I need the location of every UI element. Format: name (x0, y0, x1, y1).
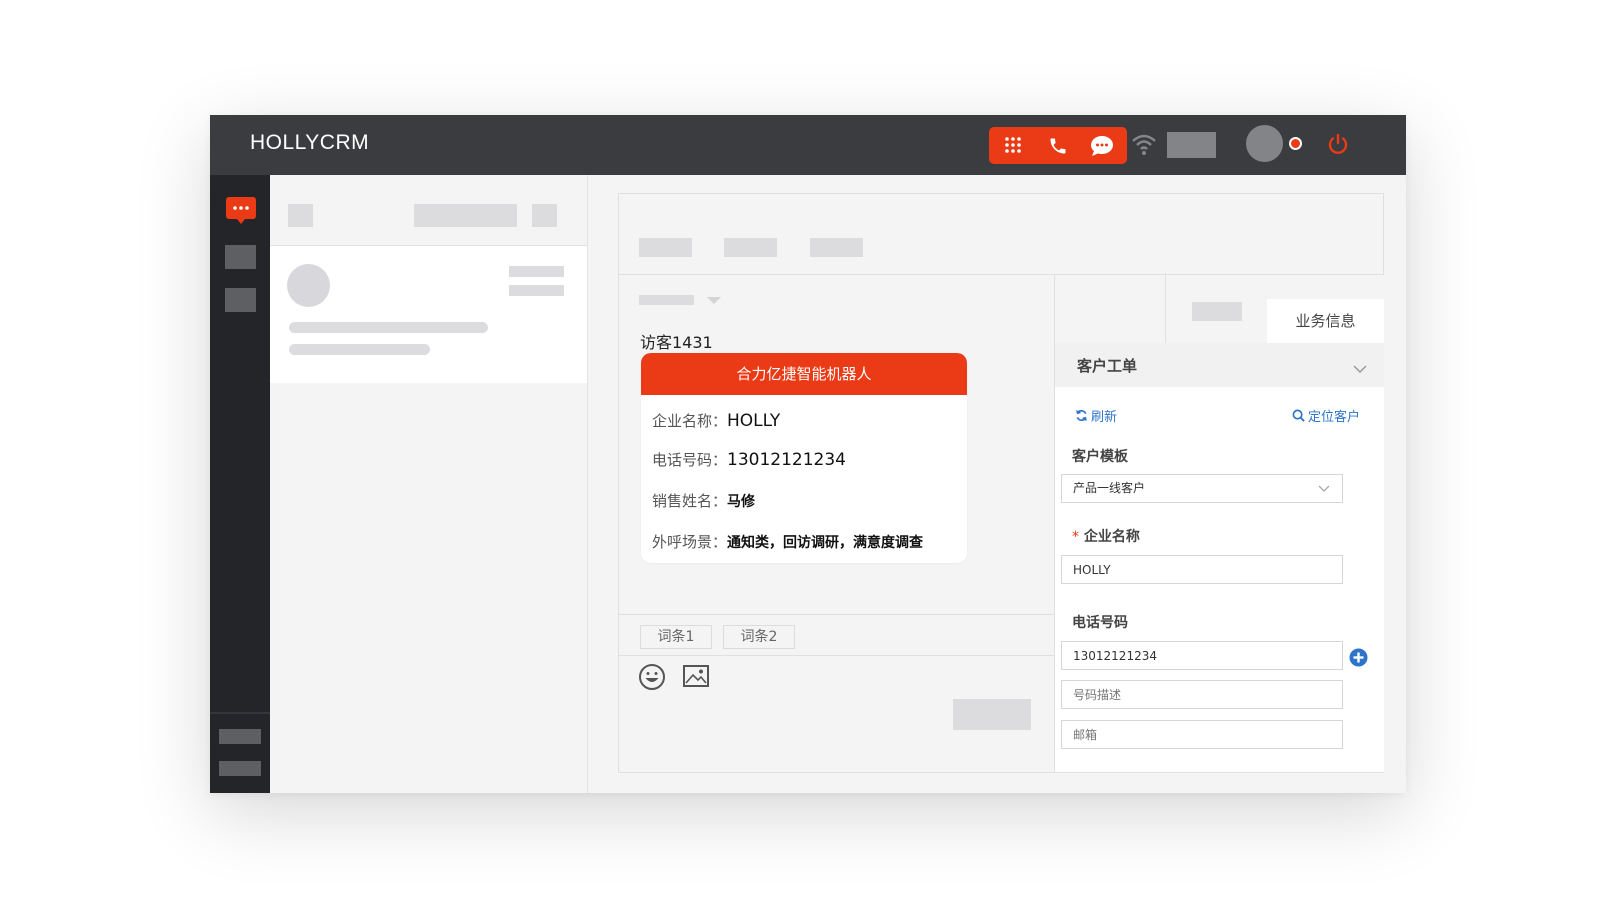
work-order-accordion-header[interactable]: 客户工单 (1055, 343, 1384, 387)
sidebar-bottom-item-2[interactable] (219, 761, 261, 776)
status-placeholder (1167, 132, 1216, 158)
chat-button[interactable] (1080, 127, 1124, 164)
card-row-label: 外呼场景： (652, 533, 728, 551)
item-text-placeholder (289, 322, 488, 333)
emoji-button[interactable] (638, 663, 666, 691)
tab-placeholder-3[interactable] (810, 238, 863, 257)
card-row-label: 销售姓名： (652, 492, 728, 510)
robot-card-header: 合力亿捷智能机器人 (641, 353, 967, 395)
card-row-label: 企业名称： (652, 412, 728, 430)
email-input[interactable] (1061, 720, 1343, 749)
dialpad-icon (1005, 136, 1021, 153)
card-row-value: 马修 (727, 494, 756, 510)
add-phone-button[interactable] (1349, 648, 1368, 667)
card-row-value: 通知类，回访调研，满意度调查 (727, 535, 924, 551)
divider (1165, 273, 1166, 343)
plus-circle-icon (1349, 648, 1368, 667)
item-meta-placeholder (509, 285, 564, 296)
card-row-sales: 销售姓名：马修 (652, 490, 755, 511)
company-label-text: 企业名称 (1083, 529, 1140, 545)
visitor-name: 访客1431 (640, 333, 713, 352)
tab-placeholder-1[interactable] (639, 238, 692, 257)
online-status-dot (1289, 137, 1302, 150)
card-row-phone: 电话号码：13012121234 (652, 449, 846, 470)
image-button[interactable] (682, 663, 710, 689)
sidebar-item-messages[interactable] (225, 196, 257, 226)
right-tabs: 业务信息 (1055, 273, 1384, 343)
divider (619, 655, 1054, 656)
filter-placeholder (639, 295, 694, 305)
tab-business-info[interactable]: 业务信息 (1267, 299, 1384, 343)
card-row-company: 企业名称：HOLLY (652, 410, 780, 431)
sidebar-divider (210, 712, 270, 714)
power-icon (1328, 133, 1348, 154)
message-icon (226, 197, 256, 224)
app-title: HOLLYCRM (250, 131, 370, 154)
locate-customer-button[interactable]: 定位客户 (1292, 406, 1360, 425)
divider (619, 614, 1054, 615)
card-row-value: 13012121234 (727, 450, 846, 470)
sidebar-bottom-item-1[interactable] (219, 729, 261, 744)
company-label: * 企业名称 (1072, 526, 1140, 546)
item-meta-placeholder (509, 266, 564, 277)
conversation-list-panel (270, 175, 588, 793)
top-bar: HOLLYCRM (210, 115, 1406, 175)
card-row-value: HOLLY (727, 411, 781, 431)
chat-area: 访客1431 合力亿捷智能机器人 企业名称：HOLLY 电话号码：1301212… (619, 275, 1054, 772)
sidebar-item-2[interactable] (225, 245, 256, 269)
phone-description-input[interactable] (1061, 680, 1343, 709)
refresh-icon (1076, 409, 1087, 422)
dialpad-button[interactable] (991, 127, 1035, 164)
item-text-placeholder (289, 344, 430, 355)
send-button[interactable] (953, 699, 1031, 730)
main-tabs (619, 194, 1383, 275)
main-area: 访客1431 合力亿捷智能机器人 企业名称：HOLLY 电话号码：1301212… (618, 193, 1384, 773)
company-name-input[interactable] (1061, 555, 1343, 584)
locate-label: 定位客户 (1308, 410, 1361, 425)
phone-icon (1050, 138, 1066, 153)
search-icon (1292, 409, 1305, 422)
template-label: 客户模板 (1072, 449, 1128, 465)
chevron-down-icon[interactable] (707, 297, 721, 304)
app-window: HOLLYCRM 访客1431 合力亿捷智能机器人 企业名称：HOLLY 电话号… (210, 115, 1406, 793)
call-controls (989, 127, 1127, 164)
required-mark: * (1072, 529, 1079, 545)
card-row-scenario: 外呼场景：通知类，回访调研，满意度调查 (652, 531, 923, 552)
business-info-panel: 业务信息 客户工单 刷新 定位客户 客户模板 产品一线客户 * 企业名称 HOL… (1054, 273, 1384, 772)
list-header-placeholder (288, 204, 313, 227)
robot-message-card: 合力亿捷智能机器人 企业名称：HOLLY 电话号码：13012121234 销售… (641, 353, 967, 563)
sidebar (210, 175, 270, 793)
power-button[interactable] (1326, 132, 1350, 156)
avatar (287, 264, 330, 307)
card-row-label: 电话号码： (652, 451, 728, 469)
refresh-button[interactable]: 刷新 (1075, 406, 1117, 425)
quick-phrase-1[interactable]: 词条1 (640, 625, 712, 649)
template-value: 产品一线客户 (1073, 481, 1146, 495)
chevron-down-icon (1353, 359, 1367, 374)
list-header-placeholder (532, 204, 557, 227)
phone-button[interactable] (1036, 127, 1080, 164)
list-header (270, 175, 587, 246)
sidebar-item-3[interactable] (225, 288, 256, 312)
phone-label: 电话号码 (1072, 615, 1128, 631)
customer-template-select[interactable]: 产品一线客户 (1061, 474, 1343, 503)
list-header-placeholder (414, 204, 517, 227)
chat-bubble-icon (1091, 135, 1113, 156)
chevron-down-icon (1318, 476, 1330, 503)
section-title: 客户工单 (1077, 357, 1138, 375)
quick-phrase-2[interactable]: 词条2 (723, 625, 795, 649)
conversation-list-item[interactable] (270, 246, 587, 383)
refresh-label: 刷新 (1091, 410, 1118, 425)
phone-input[interactable] (1061, 641, 1343, 670)
tab-placeholder-2[interactable] (724, 238, 777, 257)
tab-placeholder[interactable] (1192, 302, 1242, 321)
wifi-icon (1131, 131, 1157, 157)
smiley-icon (639, 664, 665, 690)
image-icon (683, 665, 709, 687)
user-avatar[interactable] (1246, 125, 1283, 162)
